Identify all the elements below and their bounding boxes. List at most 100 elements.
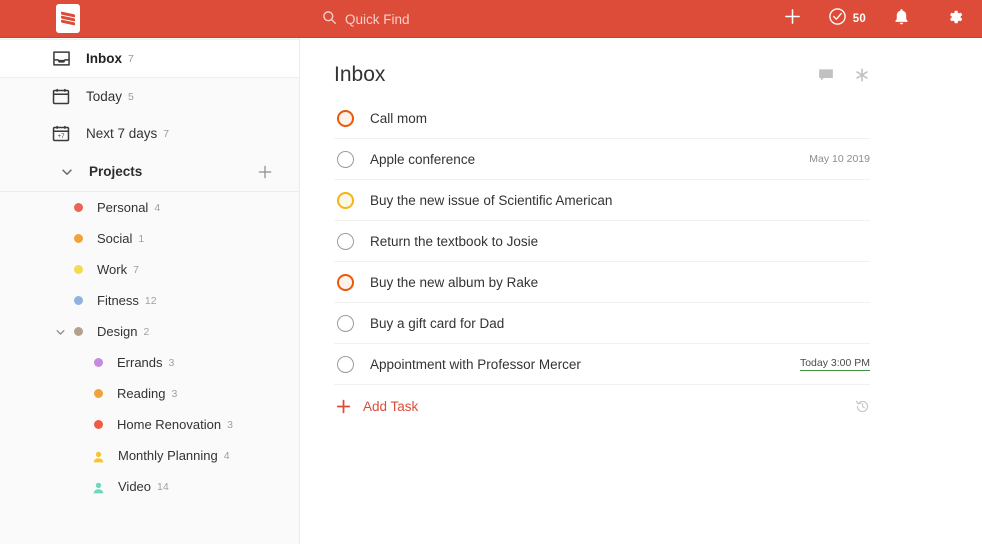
sidebar-item-count: 5 <box>128 90 134 103</box>
task-checkbox[interactable] <box>337 191 354 209</box>
projects-section-header[interactable]: Projects <box>0 152 299 192</box>
project-label: Monthly Planning <box>118 448 218 463</box>
sidebar-item-label: Next 7 days <box>86 126 158 141</box>
project-count: 1 <box>138 232 145 245</box>
karma-count: 50 <box>852 13 866 25</box>
add-task-row[interactable]: Add Task <box>334 385 982 427</box>
task-row[interactable]: Return the textbook to Josie <box>334 221 870 262</box>
project-item-design[interactable]: Design 2 <box>0 316 299 347</box>
inbox-icon <box>52 49 74 69</box>
logo-box <box>56 4 80 33</box>
project-label: Work <box>97 262 128 277</box>
task-row[interactable]: Buy a gift card for Dad <box>334 303 870 344</box>
task-checkbox[interactable] <box>337 273 354 291</box>
task-checkbox[interactable] <box>337 232 354 250</box>
task-row[interactable]: Call mom <box>334 98 870 139</box>
task-checkbox[interactable] <box>337 109 354 127</box>
plus-icon <box>336 399 356 414</box>
main-header: Inbox <box>334 38 982 98</box>
project-item-errands[interactable]: Errands 3 <box>0 347 299 378</box>
sidebar-item-inbox[interactable]: Inbox 7 <box>0 39 299 78</box>
project-item-social[interactable]: Social 1 <box>0 223 299 254</box>
task-checkbox[interactable] <box>337 355 354 373</box>
task-row[interactable]: Buy the new album by Rake <box>334 262 870 303</box>
project-label: Home Renovation <box>117 417 222 432</box>
top-bar-actions: 50 <box>766 0 982 38</box>
sidebar-item-next-7-days[interactable]: +7 Next 7 days 7 <box>0 115 299 152</box>
project-color-dot <box>74 234 83 243</box>
project-label: Reading <box>117 386 166 401</box>
project-color-dot <box>94 420 103 429</box>
project-count: 3 <box>171 387 178 400</box>
project-item-personal[interactable]: Personal 4 <box>0 192 299 223</box>
project-count: 4 <box>223 449 230 462</box>
chevron-down-icon[interactable] <box>60 165 74 179</box>
plus-icon <box>783 7 802 31</box>
project-color-dot <box>74 203 83 212</box>
task-name: Call mom <box>370 110 428 126</box>
project-color-dot <box>74 265 83 274</box>
project-item-reading[interactable]: Reading 3 <box>0 378 299 409</box>
task-row[interactable]: Buy the new issue of Scientific American <box>334 180 870 221</box>
history-clock-icon[interactable] <box>855 399 870 414</box>
projects-list: Personal 4 Social 1 Work 7 Fitness 12 De… <box>0 192 299 502</box>
task-due-date: Today 3:00 PM <box>799 357 870 371</box>
project-item-home-renovation[interactable]: Home Renovation 3 <box>0 409 299 440</box>
project-label: Errands <box>117 355 163 370</box>
page-title: Inbox <box>334 63 386 86</box>
project-item-fitness[interactable]: Fitness 12 <box>0 285 299 316</box>
task-checkbox[interactable] <box>337 314 354 332</box>
add-task-label: Add Task <box>363 398 419 414</box>
project-label: Personal <box>97 200 149 215</box>
header-actions <box>818 67 870 83</box>
task-name: Buy the new album by Rake <box>370 274 539 290</box>
project-label: Design <box>97 324 138 339</box>
add-project-button[interactable] <box>257 164 273 180</box>
calendar-icon <box>52 87 74 107</box>
task-name: Buy the new issue of Scientific American <box>370 192 613 208</box>
todoist-logo[interactable] <box>54 3 82 34</box>
task-name: Apple conference <box>370 151 476 167</box>
svg-text:+7: +7 <box>58 134 66 140</box>
project-item-video[interactable]: Video 14 <box>0 471 299 502</box>
project-count: 3 <box>227 418 233 431</box>
project-color-dot <box>74 327 83 336</box>
comment-icon[interactable] <box>818 68 834 83</box>
sidebar: Inbox 7 Today 5 +7 Next 7 days 7 Project… <box>0 38 300 544</box>
task-name: Buy a gift card for Dad <box>370 315 505 331</box>
task-list: Call mom Apple conference May 10 2019 Bu… <box>334 98 982 385</box>
task-checkbox[interactable] <box>337 150 354 168</box>
project-label: Social <box>97 231 133 246</box>
sidebar-item-today[interactable]: Today 5 <box>0 78 299 115</box>
shared-project-person-icon <box>92 450 105 462</box>
task-name: Appointment with Professor Mercer <box>370 356 581 372</box>
project-color-dot <box>94 389 103 398</box>
sidebar-item-count: 7 <box>128 52 134 65</box>
project-label: Fitness <box>97 293 139 308</box>
chevron-down-icon[interactable] <box>54 325 67 338</box>
bell-icon <box>893 8 910 31</box>
sort-options-icon[interactable] <box>854 67 870 83</box>
main-content: Inbox Call mom Apple conference May 10 2… <box>300 38 982 544</box>
settings-button[interactable] <box>928 0 982 38</box>
project-label: Video <box>118 479 152 494</box>
top-bar: Quick Find 50 <box>0 0 982 38</box>
gear-icon <box>946 8 964 31</box>
shared-project-person-icon <box>92 481 105 493</box>
karma-button[interactable]: 50 <box>820 0 874 38</box>
quick-find-button[interactable]: Quick Find <box>322 0 410 38</box>
sidebar-item-label: Today <box>86 89 123 104</box>
project-item-work[interactable]: Work 7 <box>0 254 299 285</box>
sidebar-item-count: 7 <box>163 127 170 140</box>
project-color-dot <box>74 296 83 305</box>
check-circle-icon <box>828 7 847 31</box>
add-task-button[interactable] <box>766 0 820 38</box>
project-count: 4 <box>154 201 161 214</box>
search-icon <box>322 10 337 28</box>
project-count: 3 <box>168 356 175 369</box>
calendar-7-icon: +7 <box>52 124 74 144</box>
task-row[interactable]: Apple conference May 10 2019 <box>334 139 870 180</box>
task-row[interactable]: Appointment with Professor Mercer Today … <box>334 344 870 385</box>
project-item-monthly-planning[interactable]: Monthly Planning 4 <box>0 440 299 471</box>
notifications-button[interactable] <box>874 0 928 38</box>
